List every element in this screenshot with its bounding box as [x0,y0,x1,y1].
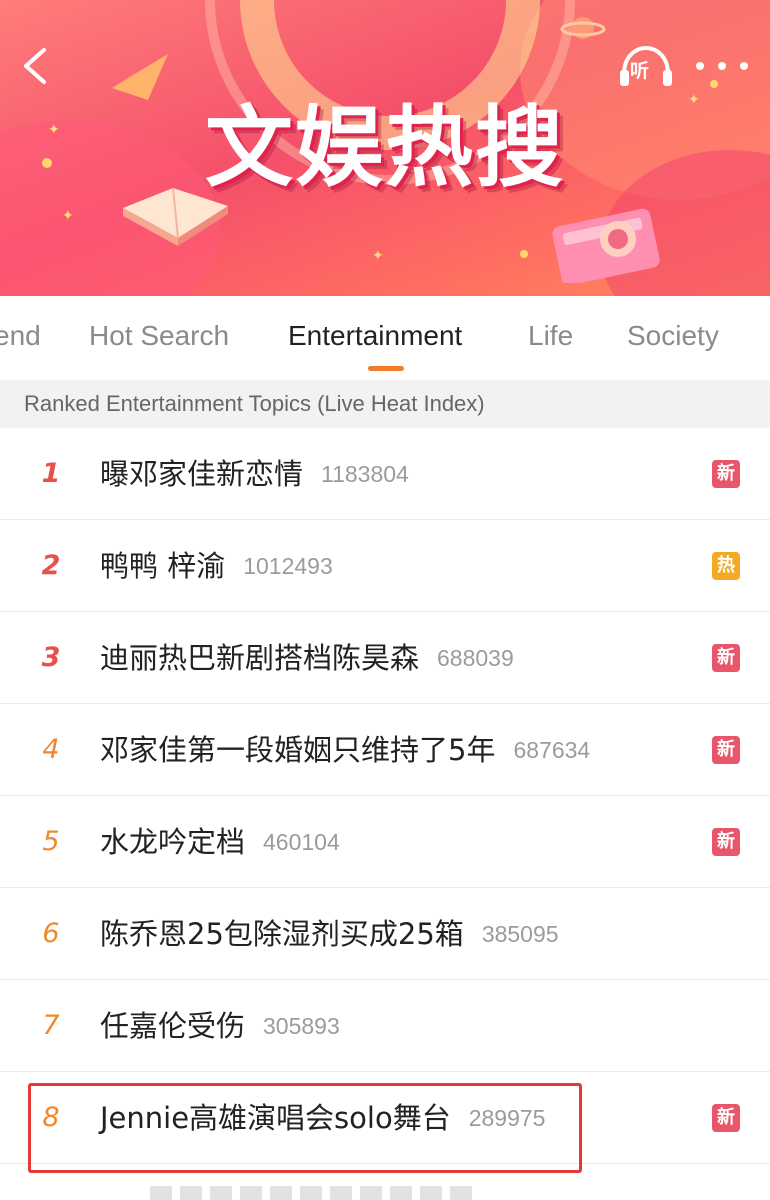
list-item[interactable]: 1 曝邓家佳新恋情 1183804 新 [0,428,770,520]
topic-title: 任嘉伦受伤 [100,1009,246,1043]
list-item[interactable]: 2 鸭鸭 梓渝 1012493 热 [0,520,770,612]
heat-index: 460104 [263,829,340,855]
header-banner: ✦ ✦ ✦ ✦ 文娱热搜 听 [0,0,770,296]
trending-list: 1 曝邓家佳新恋情 1183804 新 2 鸭鸭 梓渝 1012493 热 3 迪丽… [0,428,770,1164]
list-item[interactable]: 6 陈乔恩25包除湿剂买成25箱 385095 [0,888,770,980]
partial-row-text [150,1186,480,1200]
topic-title: 水龙吟定档 [100,825,246,859]
rank-number: 7 [42,1010,60,1041]
tab-life[interactable]: Life [528,316,573,356]
listen-button[interactable]: 听 [618,44,674,90]
decor-dot [42,158,52,168]
list-item[interactable]: 5 水龙吟定档 460104 新 [0,796,770,888]
new-badge: 新 [712,644,740,672]
back-button[interactable] [14,44,58,88]
new-badge: 新 [712,828,740,856]
more-options-button[interactable] [696,52,748,80]
rank-number: 2 [41,550,61,581]
heat-index: 385095 [481,921,559,947]
rank-number: 4 [42,734,60,765]
topic-title: 陈乔恩25包除湿剂买成25箱 [100,917,464,951]
sparkle-icon: ✦ [688,92,700,108]
list-item[interactable]: 7 任嘉伦受伤 305893 [0,980,770,1072]
rank-number: 8 [42,1102,60,1133]
rank-number: 1 [41,458,61,489]
new-badge: 新 [712,460,740,488]
hot-badge: 热 [712,552,740,580]
list-item[interactable]: 4 邓家佳第一段婚姻只维持了5年 687634 新 [0,704,770,796]
rank-number: 6 [42,918,60,949]
active-tab-indicator [368,366,404,371]
planet-decoration-icon [560,17,606,39]
tab-trend-partial[interactable]: end [0,316,41,356]
banner-title: 文娱热搜 [204,96,565,199]
cone-decoration-icon [112,54,168,100]
sparkle-icon: ✦ [372,248,384,264]
more-dot-icon [740,62,748,70]
decor-dot [520,250,528,258]
rank-number: 3 [41,642,61,673]
rank-number: 5 [42,826,60,857]
heat-index: 687634 [513,737,591,763]
sparkle-icon: ✦ [62,208,74,224]
heat-index: 1183804 [321,461,409,487]
tab-hot-search[interactable]: Hot Search [89,316,229,356]
heat-index: 289975 [468,1105,546,1131]
topic-title: 迪丽热巴新剧搭档陈昊森 [100,641,420,675]
list-item-partial [0,1176,770,1200]
heat-index: 688039 [437,645,514,671]
new-badge: 新 [712,1104,740,1132]
heat-index: 1012493 [243,553,333,579]
decor-dot [710,80,718,88]
listen-label: 听 [630,60,650,82]
camera-decoration-icon [552,208,660,283]
more-dot-icon [696,62,704,70]
chevron-left-icon [24,48,46,84]
heat-index: 305893 [263,1013,340,1039]
topic-title: 邓家佳第一段婚姻只维持了5年 [100,733,496,767]
more-dot-icon [718,62,726,70]
tab-entertainment[interactable]: Entertainment [288,316,462,356]
topic-title: 鸭鸭 梓渝 [100,549,226,583]
topic-title: 曝邓家佳新恋情 [100,457,304,491]
tab-society[interactable]: Society [627,316,719,356]
topic-title: Jennie高雄演唱会solo舞台 [100,1101,451,1135]
list-item[interactable]: 8 Jennie高雄演唱会solo舞台 289975 新 [0,1072,770,1164]
list-item[interactable]: 3 迪丽热巴新剧搭档陈昊森 688039 新 [0,612,770,704]
sparkle-icon: ✦ [48,122,60,138]
new-badge: 新 [712,736,740,764]
section-header: Ranked Entertainment Topics (Live Heat I… [0,380,770,428]
